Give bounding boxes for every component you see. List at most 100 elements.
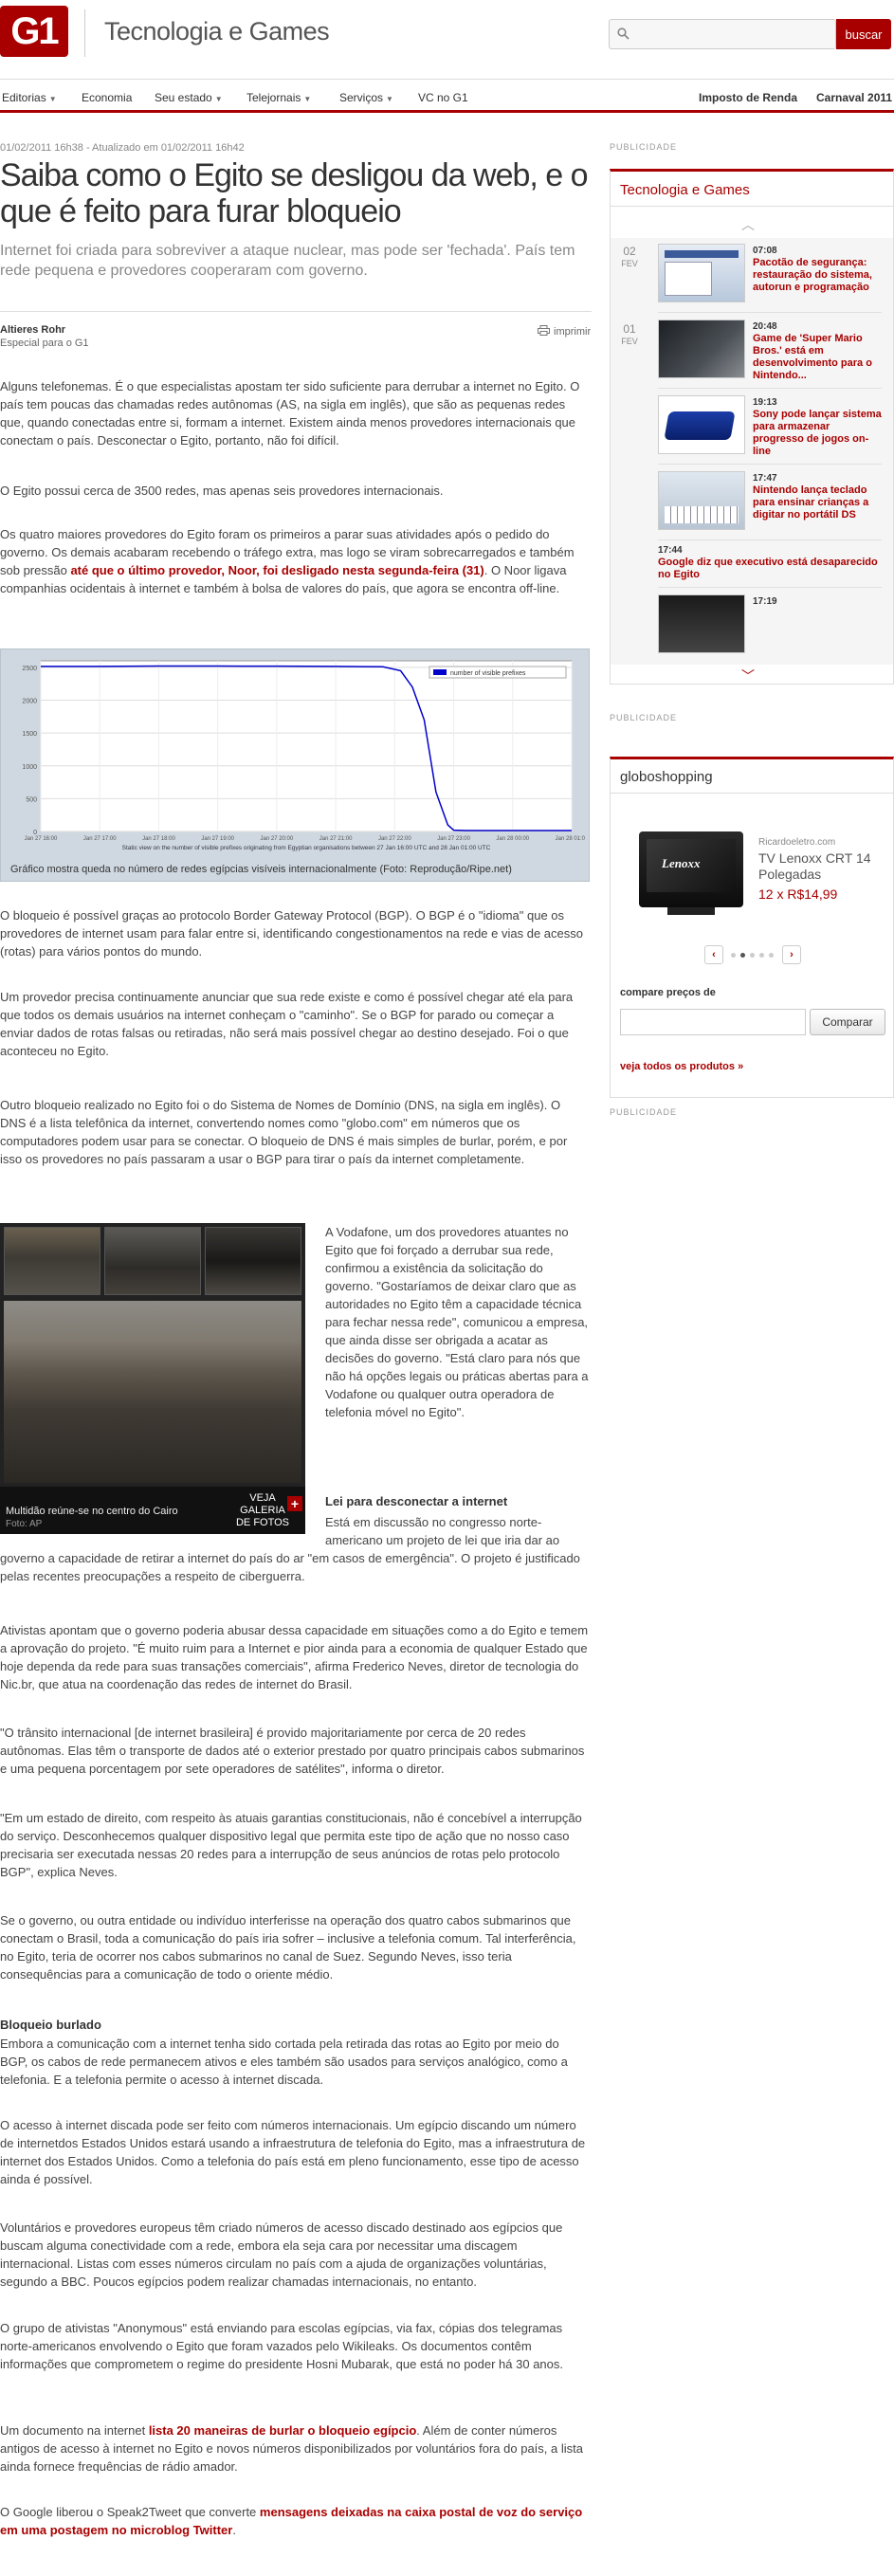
news-thumb-1[interactable] — [658, 244, 745, 302]
chart-x-tick-label: Jan 27 17:00 — [83, 836, 117, 842]
paragraph-17: Um documento na internet lista 20 maneir… — [0, 2423, 583, 2474]
news-separator — [658, 464, 882, 465]
paragraph-18: O Google liberou o Speak2Tweet que conve… — [0, 2505, 583, 2537]
photo-gallery-widget[interactable]: Multidão reúne-se no centro do Cairo Fot… — [0, 1223, 305, 1534]
news-time-2: 20:48 — [753, 321, 777, 332]
bgp-chart-figure: 0 500 1000 1500 2000 2500 Jan 27 16:00 Jan 27 1… — [0, 649, 590, 882]
chevron-down-icon[interactable]: ﹀ — [741, 667, 755, 685]
g1-logo[interactable]: G1 — [0, 6, 68, 57]
nav-item-economia[interactable]: Economia — [82, 91, 132, 104]
date-02-fev: 02 FEV — [621, 245, 638, 269]
author-name: Altieres Rohr — [0, 324, 66, 336]
highlight-noor: até que o último provedor, Noor, foi des… — [70, 563, 484, 577]
chart-y-tick-label: 1500 — [22, 731, 37, 738]
news-link-2[interactable]: Game de 'Super Mario Bros.' está em dese… — [753, 333, 882, 382]
news-thumb-6[interactable] — [658, 594, 745, 653]
carousel-dot[interactable] — [731, 953, 736, 958]
nav-item-carnaval-2011[interactable]: Carnaval 2011 — [816, 91, 892, 104]
chart-x-tick-label: Jan 27 23:00 — [437, 836, 470, 842]
nav-item-imposto-de-renda[interactable]: Imposto de Renda — [699, 91, 797, 104]
globoshopping-widget: globoshopping Lenoxx Ricardoeletro.com T… — [610, 757, 894, 1098]
paragraph-9: Ativistas apontam que o governo poderia … — [0, 1623, 589, 1691]
store-name[interactable]: Ricardoeletro.com — [758, 837, 835, 848]
chart-x-tick-label: Jan 27 20:00 — [261, 836, 294, 842]
news-link-5[interactable]: Google diz que executivo está desapareci… — [658, 557, 882, 581]
compare-button[interactable]: Comparar — [810, 1009, 885, 1035]
paragraph-6: Outro bloqueio realizado no Egito foi o … — [0, 1098, 568, 1166]
printer-icon — [538, 325, 550, 336]
paragraph-3: Os quatro maiores provedores do Egito fo… — [0, 527, 575, 595]
globoshopping-title[interactable]: globoshopping — [620, 769, 713, 785]
gallery-thumb-1[interactable] — [4, 1227, 100, 1295]
gallery-thumb-2[interactable] — [104, 1227, 201, 1295]
news-link-3[interactable]: Sony pode lançar sistema para armazenar … — [753, 409, 882, 458]
product-price: 12 x R$14,99 — [758, 886, 838, 902]
search-input[interactable] — [634, 23, 831, 46]
site-title[interactable]: Tecnologia e Games — [104, 17, 330, 46]
chart-footer: Static view on the number of visible pre… — [122, 845, 491, 851]
chart-x-tick-label: Jan 28 00:00 — [496, 836, 529, 842]
article-subtitle: Internet foi criada para sobreviver a at… — [0, 243, 575, 279]
chart-x-tick-label: Jan 27 19:00 — [201, 836, 234, 842]
print-link[interactable]: imprimir — [538, 325, 591, 338]
gallery-link[interactable]: VEJA GALERIA DE FOTOS — [234, 1492, 291, 1529]
chart-y-tick-label: 500 — [26, 796, 37, 803]
carousel-prev-button[interactable]: ‹ — [704, 945, 723, 964]
globoshopping-divider — [611, 793, 893, 794]
news-thumb-3[interactable] — [658, 395, 745, 454]
paragraph-13: Embora a comunicação com a internet tenh… — [0, 2037, 568, 2087]
carousel-dot-active[interactable] — [740, 953, 745, 958]
carousel-dot[interactable] — [769, 953, 774, 958]
compare-input[interactable] — [620, 1009, 806, 1035]
chart-y-tick-label: 2500 — [22, 666, 37, 672]
paragraph-7: A Vodafone, um dos provedores atuantes n… — [325, 1225, 589, 1419]
nav-item-editorias[interactable]: Editorias ▼ — [2, 91, 57, 104]
paragraph-8: governo a capacidade de retirar a intern… — [0, 1551, 580, 1583]
chart-plot-area — [40, 660, 573, 832]
search-box[interactable] — [609, 19, 836, 49]
paragraph-16: O grupo de ativistas "Anonymous" está en… — [0, 2321, 564, 2371]
carousel-dot[interactable] — [750, 953, 755, 958]
link-20-maneiras[interactable]: lista 20 maneiras de burlar o bloqueio e… — [149, 2423, 416, 2438]
tech-widget-title[interactable]: Tecnologia e Games — [620, 182, 750, 198]
ad-label: PUBLICIDADE — [610, 1107, 678, 1117]
tv-product-image[interactable]: Lenoxx — [639, 831, 743, 917]
nav-item-servicos[interactable]: Serviços ▼ — [339, 91, 393, 104]
paragraph-4: O bloqueio é possível graças ao protocol… — [0, 908, 583, 959]
carousel-next-button[interactable]: › — [782, 945, 801, 964]
nav-item-seu-estado[interactable]: Seu estado ▼ — [155, 91, 223, 104]
chevron-up-icon[interactable]: ︿ — [741, 215, 755, 234]
nav-item-vc-no-g1[interactable]: VC no G1 — [418, 91, 468, 104]
cairo-crowd-photo[interactable] — [4, 1301, 301, 1483]
gallery-thumb-3[interactable] — [205, 1227, 301, 1295]
search-button[interactable]: buscar — [836, 19, 891, 49]
subhead-bloqueio: Bloqueio burlado — [0, 2018, 101, 2032]
chart-legend-label: number of visible prefixes — [450, 670, 526, 677]
figure-caption: Gráfico mostra queda no número de redes … — [10, 864, 512, 875]
paragraph-11: "Em um estado de direito, com respeito à… — [0, 1811, 582, 1879]
chevron-down-icon: ▼ — [214, 95, 223, 103]
paragraph-14: O acesso à internet discada pode ser fei… — [0, 2118, 586, 2186]
date-01-fev: 01 FEV — [621, 322, 638, 347]
compare-label: compare preços de — [620, 987, 716, 998]
chart-y-tick-label: 1000 — [22, 764, 37, 771]
news-separator — [658, 539, 882, 540]
tech-widget-divider — [611, 206, 893, 207]
ad-label: PUBLICIDADE — [610, 713, 678, 722]
all-products-link[interactable]: veja todos os produtos » — [620, 1061, 743, 1072]
product-name[interactable]: TV Lenoxx CRT 14 Polegadas — [758, 850, 882, 883]
paragraph-1: Alguns telefonemas. É o que especialista… — [0, 379, 580, 448]
plus-icon[interactable]: + — [287, 1496, 302, 1511]
carousel-dot[interactable] — [759, 953, 764, 958]
news-link-1[interactable]: Pacotão de segurança: restauração do sis… — [753, 257, 882, 294]
news-thumb-2[interactable] — [658, 320, 745, 378]
news-thumb-4[interactable] — [658, 471, 745, 530]
chart-x-tick-label: Jan 27 16:00 — [25, 836, 58, 842]
news-time-6: 17:19 — [753, 596, 777, 607]
nav-item-telejornais[interactable]: Telejornais ▼ — [246, 91, 311, 104]
chart-y-tick-label: 2000 — [22, 699, 37, 705]
news-link-4[interactable]: Nintendo lança teclado para ensinar cria… — [753, 484, 882, 521]
photo-caption: Multidão reúne-se no centro do Cairo — [6, 1506, 178, 1517]
news-separator — [658, 388, 882, 389]
news-time-5: 17:44 — [658, 545, 683, 556]
